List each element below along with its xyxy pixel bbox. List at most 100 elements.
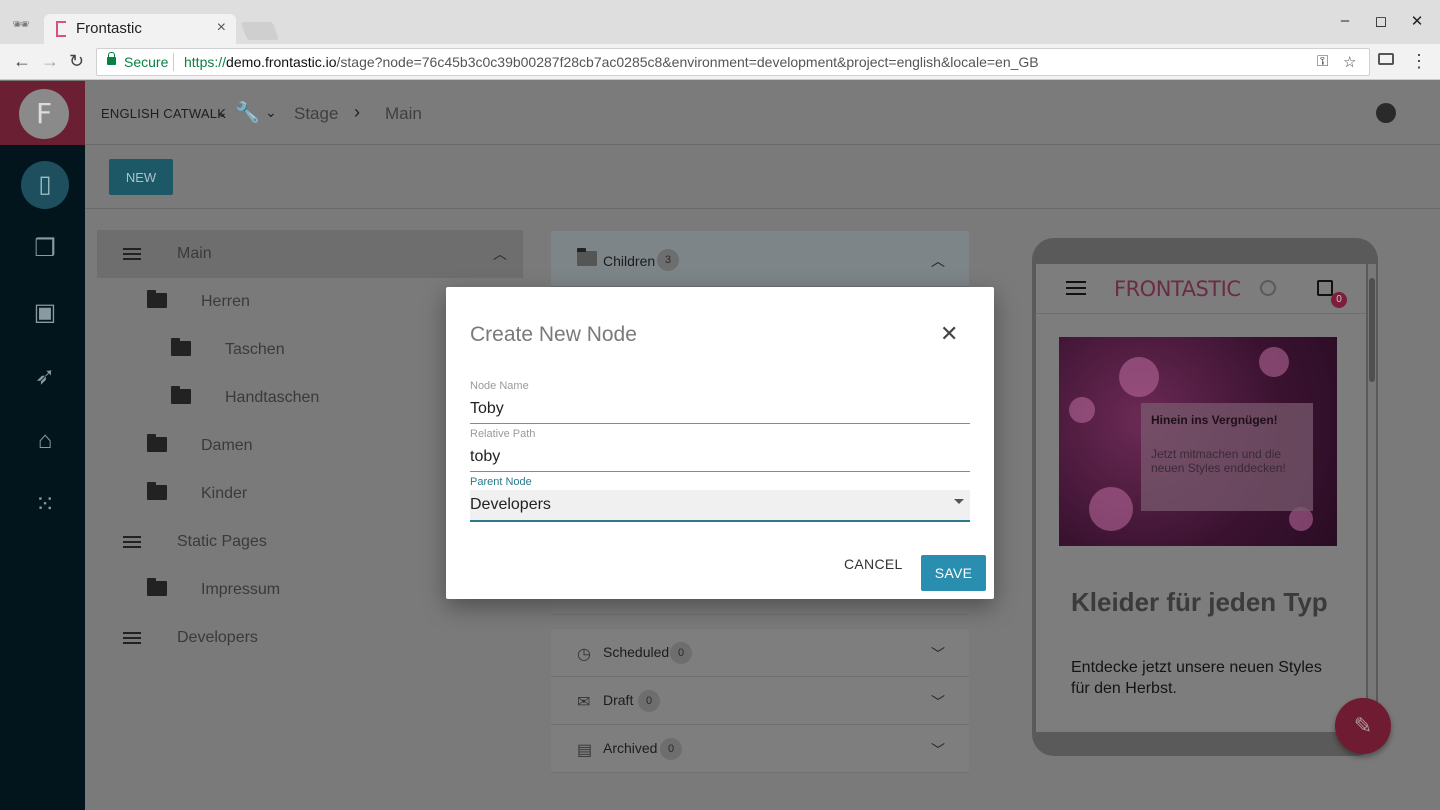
- tree-item-label: Developers: [177, 629, 258, 646]
- wrench-icon[interactable]: 🔧: [235, 100, 260, 125]
- reload-icon[interactable]: ↻: [69, 51, 84, 72]
- parent-node-label: Parent Node: [470, 476, 532, 488]
- dropdown-arrow-icon[interactable]: [954, 499, 964, 504]
- frontastic-logo[interactable]: F: [19, 89, 69, 139]
- node-name-field[interactable]: Node Name Toby: [470, 380, 970, 424]
- create-node-dialog: Create New Node ✕ Node Name Toby Relativ…: [446, 287, 994, 599]
- list-icon: [123, 628, 141, 649]
- sidebar: F ▯ ❒ ▣ ➶ ⌂ ⁙: [0, 81, 85, 810]
- browser-tab[interactable]: F Frontastic ×: [44, 14, 236, 44]
- breadcrumb-main[interactable]: Main: [385, 104, 422, 124]
- project-selector[interactable]: ENGLISH CATWALK: [101, 106, 226, 121]
- incognito-icon: 🕶: [12, 16, 30, 32]
- tree-item-label: Impressum: [201, 581, 281, 598]
- bokeh-decoration: [1069, 397, 1095, 423]
- cast-icon[interactable]: [1378, 53, 1394, 65]
- tab-close-icon[interactable]: ×: [217, 19, 226, 37]
- new-tab-button[interactable]: [240, 22, 280, 40]
- folder-icon: [147, 578, 167, 601]
- node-name-input[interactable]: Toby: [470, 398, 970, 424]
- preview-brand-logo: FRONTASTIC: [1114, 277, 1241, 301]
- archive-icon: ▤: [577, 742, 593, 759]
- maximize-icon[interactable]: ◻: [1371, 12, 1391, 30]
- chevron-down-icon[interactable]: ﹀: [931, 740, 945, 760]
- browser-tabstrip: 🕶 F Frontastic × – ◻ ✕: [0, 0, 1440, 44]
- breadcrumb-chevron-right-icon: ›: [354, 102, 360, 122]
- chevron-up-icon[interactable]: ︿: [931, 251, 945, 271]
- close-icon[interactable]: ✕: [940, 323, 958, 345]
- list-icon: [123, 244, 141, 265]
- clock-icon: ◷: [577, 646, 591, 663]
- dialog-title: Create New Node: [470, 323, 637, 346]
- relative-path-input[interactable]: toby: [470, 446, 970, 472]
- address-bar[interactable]: Secure https://demo.frontastic.io/stage?…: [96, 48, 1370, 76]
- rocket-icon[interactable]: ➶: [21, 353, 69, 401]
- forward-arrow-icon[interactable]: →: [41, 51, 59, 72]
- preview-hero-banner: Hinein ins Vergnügen! Jetzt mitmachen un…: [1059, 337, 1337, 546]
- children-count-badge: 3: [657, 249, 679, 271]
- chevron-up-icon[interactable]: ︿: [493, 244, 507, 264]
- breadcrumb-stage[interactable]: Stage: [294, 104, 338, 124]
- mobile-stage-icon[interactable]: ▯: [21, 161, 69, 209]
- children-accordion[interactable]: Children 3 ︿: [551, 231, 969, 287]
- folder-icon: [147, 290, 167, 313]
- folder-icon: [147, 482, 167, 505]
- bokeh-decoration: [1089, 487, 1133, 531]
- scheduled-accordion[interactable]: ◷ Scheduled 0 ﹀: [551, 629, 969, 677]
- archived-accordion[interactable]: ▤ Archived 0 ﹀: [551, 725, 969, 773]
- logo-area: F: [0, 81, 85, 145]
- relative-path-label: Relative Path: [470, 428, 536, 440]
- browser-menu-icon[interactable]: ⋮: [1410, 51, 1428, 72]
- key-icon[interactable]: ⚿: [1317, 53, 1328, 70]
- envelope-open-icon: ✉: [577, 694, 591, 711]
- gift-box-icon[interactable]: ❒: [21, 225, 69, 273]
- tools-chevron-down-icon[interactable]: ⌄: [265, 104, 277, 121]
- url-host: demo.frontastic.io: [226, 54, 337, 70]
- scheduled-label: Scheduled: [603, 644, 670, 660]
- edit-pencil-button[interactable]: ✎: [1335, 698, 1391, 754]
- lock-icon: [107, 52, 116, 65]
- preview-scrollbar-thumb[interactable]: [1369, 278, 1375, 382]
- tree-item-label: Static Pages: [177, 533, 267, 550]
- store-icon[interactable]: ⌂: [21, 417, 69, 465]
- hero-title: Hinein ins Vergnügen!: [1151, 413, 1278, 427]
- user-account-icon[interactable]: [1376, 103, 1396, 123]
- tree-item-main[interactable]: Main ︿: [97, 230, 523, 278]
- secure-label: Secure: [124, 54, 169, 70]
- search-icon[interactable]: [1260, 280, 1276, 296]
- preview-paragraph: Entdecke jetzt unsere neuen Styles für d…: [1071, 659, 1322, 697]
- parent-node-value: Developers: [470, 496, 551, 513]
- new-button[interactable]: NEW: [109, 159, 173, 195]
- hamburger-menu-icon[interactable]: [1066, 281, 1086, 295]
- minimize-icon[interactable]: –: [1335, 12, 1355, 29]
- shopping-bag-icon[interactable]: [1317, 280, 1333, 296]
- tree-item-label: Kinder: [201, 485, 248, 502]
- back-arrow-icon[interactable]: ←: [13, 51, 31, 72]
- window-close-icon[interactable]: ✕: [1407, 12, 1427, 30]
- tab-title: Frontastic: [76, 20, 142, 37]
- children-label: Children: [603, 253, 656, 269]
- chevron-down-icon[interactable]: ﹀: [931, 692, 945, 712]
- parent-node-field[interactable]: Parent Node Developers: [470, 476, 970, 522]
- tree-item-developers[interactable]: Developers: [97, 614, 523, 662]
- parent-node-select[interactable]: Developers: [470, 490, 970, 522]
- relative-path-field[interactable]: Relative Path toby: [470, 428, 970, 472]
- folder-icon: [577, 248, 597, 271]
- project-chevron-down-icon[interactable]: ⌄: [216, 104, 228, 121]
- archived-label: Archived: [603, 740, 658, 756]
- cart-count-badge: 0: [1331, 292, 1347, 308]
- chevron-down-icon[interactable]: ﹀: [931, 644, 945, 664]
- tree-item-label: Damen: [201, 437, 253, 454]
- preview-header: FRONTASTIC 0: [1036, 264, 1366, 314]
- scheduled-count-badge: 0: [670, 642, 692, 664]
- cancel-button[interactable]: CANCEL: [844, 556, 903, 572]
- url-text[interactable]: https://demo.frontastic.io/stage?node=76…: [184, 54, 1039, 70]
- omnibox-divider: [173, 53, 174, 71]
- draft-accordion[interactable]: ✉ Draft 0 ﹀: [551, 677, 969, 725]
- grid-dots-icon[interactable]: ⁙: [21, 481, 69, 529]
- star-icon[interactable]: ☆: [1343, 53, 1356, 71]
- tree-item-label: Handtaschen: [225, 389, 320, 406]
- image-gallery-icon[interactable]: ▣: [21, 289, 69, 337]
- mobile-preview-screen[interactable]: FRONTASTIC 0 Hinein ins Vergnügen! Jetzt…: [1036, 264, 1366, 732]
- save-button[interactable]: SAVE: [921, 555, 986, 591]
